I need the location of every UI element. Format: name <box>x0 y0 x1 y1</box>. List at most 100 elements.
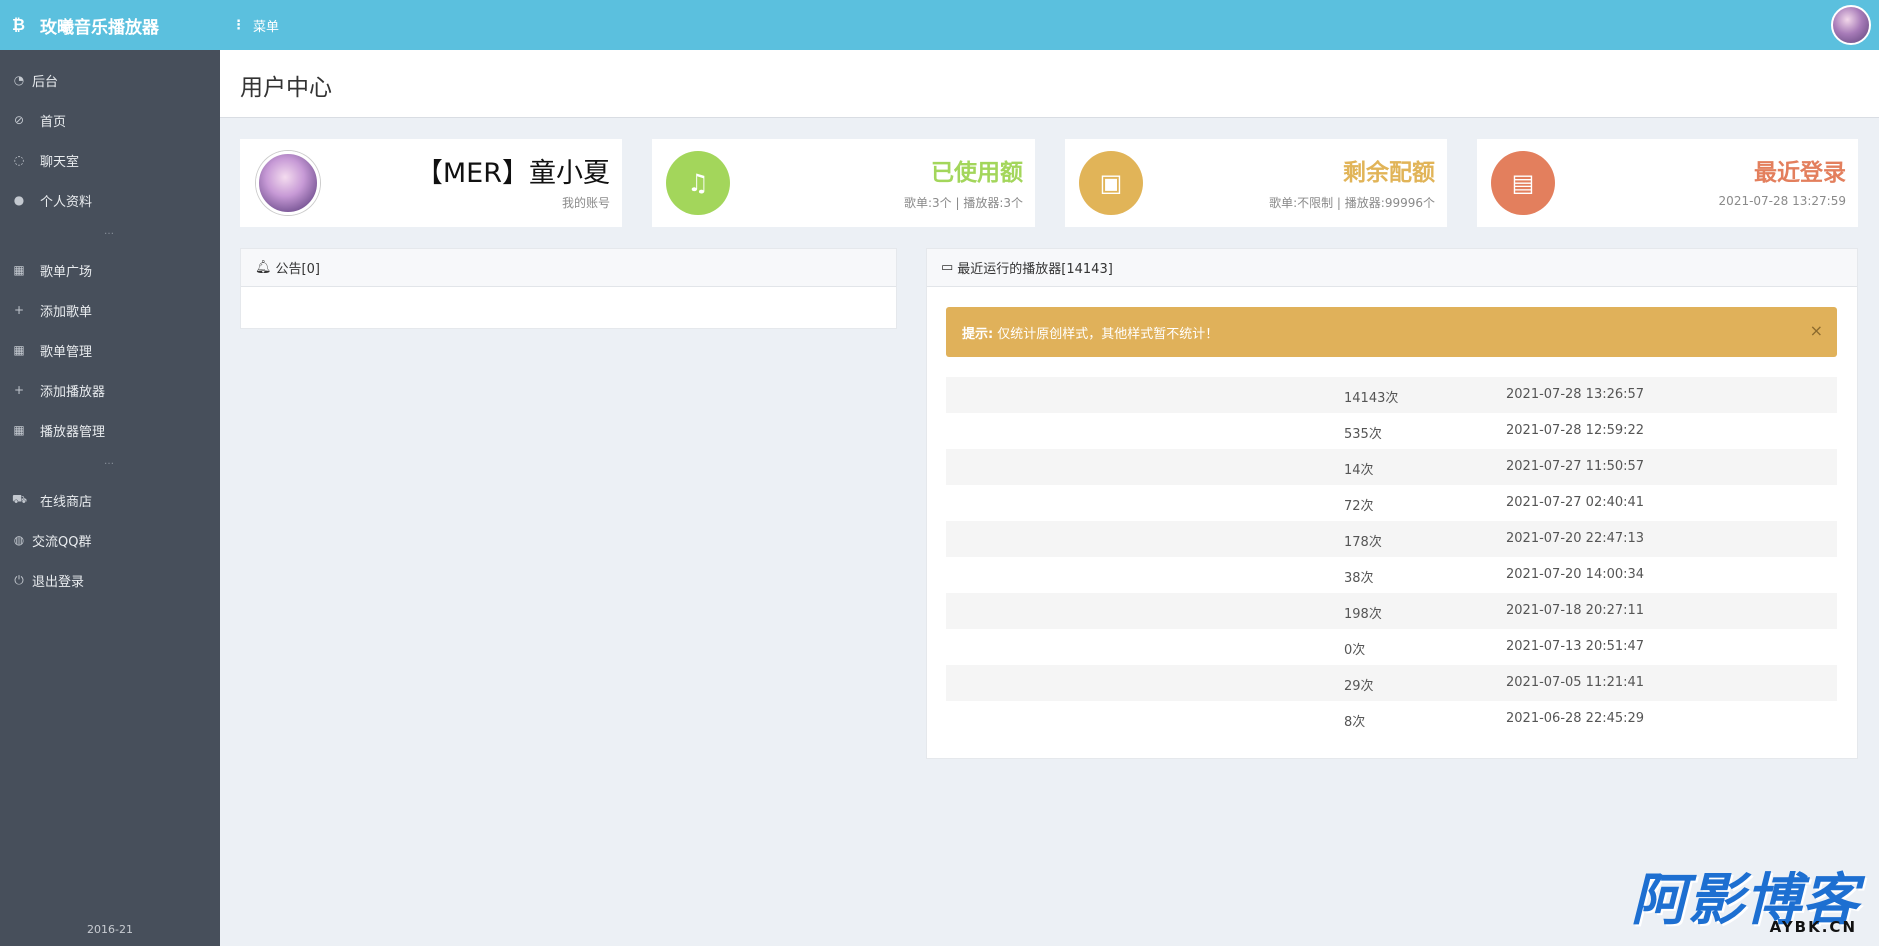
brand-logo[interactable]: ₿ 玫曦音乐播放器 <box>0 0 220 50</box>
sidebar-item-admin[interactable]: ◔ 后台 <box>0 60 220 100</box>
avatar <box>256 151 320 215</box>
run-count: 198次 <box>1344 607 1382 622</box>
table-row[interactable]: 14次 2021-07-27 11:50:57 <box>946 449 1837 485</box>
table-icon: ▦ <box>13 423 25 437</box>
remaining-quota-detail: 歌单:不限制 | 播放器:99996个 <box>1269 196 1435 210</box>
cart-icon: ⛟ <box>12 492 28 506</box>
run-time: 2021-07-27 02:40:41 <box>1506 495 1645 510</box>
notice-panel: 🔔︎ 公告[0] <box>240 248 897 329</box>
menu-toggle-label: 菜单 <box>253 19 280 35</box>
table-row[interactable]: 535次 2021-07-28 12:59:22 <box>946 413 1837 449</box>
run-time: 2021-07-20 14:00:34 <box>1506 567 1645 582</box>
sidebar-copyright: 2016-21 <box>87 923 133 936</box>
page-title: 用户中心 <box>240 75 332 101</box>
run-time: 2021-06-28 22:45:29 <box>1506 711 1645 726</box>
table-row[interactable]: 29次 2021-07-05 11:21:41 <box>946 665 1837 701</box>
user-avatar[interactable] <box>1831 5 1871 45</box>
table-row[interactable]: 198次 2021-07-18 20:27:11 <box>946 593 1837 629</box>
sidebar-item-shop[interactable]: ⛟ 在线商店 <box>0 480 220 520</box>
run-time: 2021-07-28 12:59:22 <box>1506 423 1645 438</box>
dashboard-icon: ⊘ <box>13 113 25 127</box>
content-header: 用户中心 <box>220 50 1879 118</box>
run-count: 178次 <box>1344 535 1382 550</box>
last-login-card: ▤ 最近登录 2021-07-28 13:27:59 <box>1477 139 1858 227</box>
used-quota-title: 已使用额 <box>931 160 1023 186</box>
bell-icon: 🔔︎ <box>255 260 272 275</box>
sidebar-item-label: 歌单广场 <box>40 264 93 280</box>
table-row[interactable]: 14143次 2021-07-28 13:26:57 <box>946 377 1837 413</box>
top-navbar: ₿ 玫曦音乐播放器 ⋮ 菜单 <box>0 0 1879 50</box>
menu-toggle-button[interactable]: ⋮ 菜单 <box>232 0 279 50</box>
sidebar-item-label: 聊天室 <box>40 154 80 170</box>
notice-title: 公告[0] <box>275 262 320 277</box>
recent-players-title: 最近运行的播放器[14143] <box>957 262 1113 277</box>
sidebar-item-label: 交流QQ群 <box>32 534 92 550</box>
power-icon: ⏻ <box>14 572 24 587</box>
run-count: 0次 <box>1344 643 1366 658</box>
notice-panel-header: 🔔︎ 公告[0] <box>241 249 896 287</box>
watermark-logo: 阿影博客 AYBK.CN <box>1631 855 1859 936</box>
sidebar-item-player-manage[interactable]: ▦ 播放器管理 <box>0 410 220 450</box>
sidebar-item-add-playlist[interactable]: + 添加歌单 <box>0 290 220 330</box>
run-time: 2021-07-18 20:27:11 <box>1506 603 1645 618</box>
run-time: 2021-07-05 11:21:41 <box>1506 675 1645 690</box>
plus-icon: + <box>13 383 25 397</box>
sidebar-item-playlist-square[interactable]: ▦ 歌单广场 <box>0 250 220 290</box>
last-login-title: 最近登录 <box>1754 160 1846 186</box>
plus-icon: + <box>13 303 25 317</box>
table-row[interactable]: 72次 2021-07-27 02:40:41 <box>946 485 1837 521</box>
briefcase-icon: ▣ <box>1079 151 1143 215</box>
used-quota-detail: 歌单:3个 | 播放器:3个 <box>903 196 1023 210</box>
sidebar: ◔ 后台 ⊘ 首页 ◌ 聊天室 ● 个人资料 … ▦ 歌单广场 + 添加歌单 ▦… <box>0 50 220 946</box>
map-icon: ▭ <box>941 260 954 275</box>
sidebar-item-label: 添加播放器 <box>40 384 106 400</box>
table-row[interactable]: 178次 2021-07-20 22:47:13 <box>946 521 1837 557</box>
last-login-time: 2021-07-28 13:27:59 <box>1718 194 1846 208</box>
recent-players-header: ▭ 最近运行的播放器[14143] <box>927 249 1857 287</box>
table-icon: ▦ <box>13 263 25 277</box>
table-icon: ▦ <box>13 343 25 357</box>
bitcoin-icon: ₿ <box>12 15 26 34</box>
sidebar-item-label: 播放器管理 <box>40 424 106 440</box>
sidebar-item-qq-group[interactable]: ◍ 交流QQ群 <box>0 520 220 560</box>
sidebar-item-label: 退出登录 <box>32 574 85 590</box>
sidebar-item-label: 在线商店 <box>40 494 93 510</box>
alert-text: 仅统计原创样式，其他样式暂不统计！ <box>997 326 1219 342</box>
run-time: 2021-07-28 13:26:57 <box>1506 387 1645 402</box>
hint-alert: 提示: 仅统计原创样式，其他样式暂不统计！ × <box>946 307 1837 357</box>
alert-label: 提示: <box>962 326 994 342</box>
run-count: 535次 <box>1344 427 1382 442</box>
sidebar-separator: … <box>104 226 115 237</box>
run-count: 29次 <box>1344 679 1374 694</box>
run-time: 2021-07-20 22:47:13 <box>1506 531 1645 546</box>
remaining-quota-card: ▣ 剩余配额 歌单:不限制 | 播放器:99996个 <box>1065 139 1447 227</box>
close-icon[interactable]: × <box>1810 321 1823 340</box>
user-icon: ● <box>13 193 25 207</box>
sidebar-item-add-player[interactable]: + 添加播放器 <box>0 370 220 410</box>
table-row[interactable]: 0次 2021-07-13 20:51:47 <box>946 629 1837 665</box>
used-quota-card: ♫ 已使用额 歌单:3个 | 播放器:3个 <box>652 139 1035 227</box>
remaining-quota-title: 剩余配额 <box>1343 160 1435 186</box>
sidebar-item-label: 首页 <box>40 114 67 130</box>
run-count: 14143次 <box>1344 391 1399 406</box>
sidebar-item-label: 添加歌单 <box>40 304 93 320</box>
watermark-sub: AYBK.CN <box>1769 918 1857 936</box>
recent-players-table: 14143次 2021-07-28 13:26:57 535次 2021-07-28… <box>946 377 1837 737</box>
sidebar-item-profile[interactable]: ● 个人资料 <box>0 180 220 220</box>
sidebar-item-playlist-manage[interactable]: ▦ 歌单管理 <box>0 330 220 370</box>
user-card: 【MER】童小夏 我的账号 <box>240 139 622 227</box>
sidebar-item-home[interactable]: ⊘ 首页 <box>0 100 220 140</box>
sidebar-item-logout[interactable]: ⏻ 退出登录 <box>0 560 220 600</box>
sidebar-item-chat[interactable]: ◌ 聊天室 <box>0 140 220 180</box>
comment-icon: ◌ <box>13 153 25 167</box>
sidebar-item-label: 歌单管理 <box>40 344 93 360</box>
pie-chart-icon: ◔ <box>13 73 25 87</box>
run-count: 38次 <box>1344 571 1374 586</box>
sidebar-item-label: 个人资料 <box>40 194 93 210</box>
table-row[interactable]: 38次 2021-07-20 14:00:34 <box>946 557 1837 593</box>
brand-title: 玫曦音乐播放器 <box>40 17 159 38</box>
user-card-sub: 我的账号 <box>561 196 610 210</box>
table-row[interactable]: 8次 2021-06-28 22:45:29 <box>946 701 1837 737</box>
sidebar-item-label: 后台 <box>32 74 59 90</box>
run-time: 2021-07-13 20:51:47 <box>1506 639 1645 654</box>
